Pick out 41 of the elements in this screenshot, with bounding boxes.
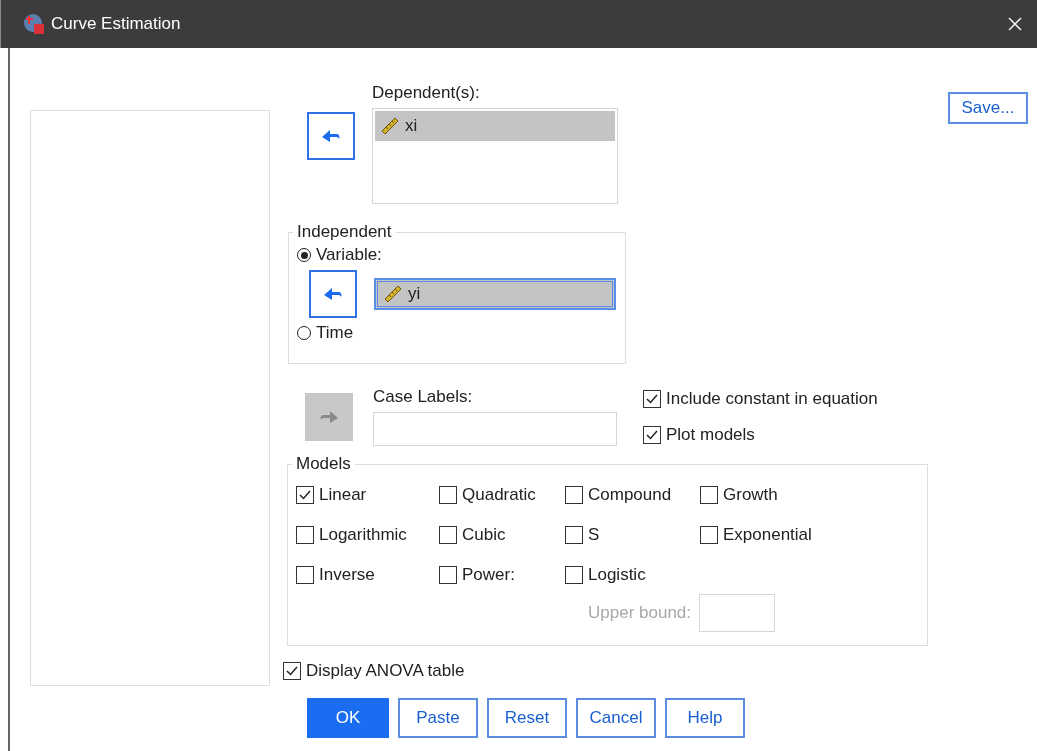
group-title: Independent — [296, 222, 393, 242]
dialog-button[interactable]: Help — [665, 698, 745, 738]
save-button[interactable]: Save... — [948, 92, 1028, 124]
radio-option[interactable]: Variable: — [297, 242, 617, 268]
arrow-icon — [319, 408, 339, 426]
app-icon — [23, 13, 45, 35]
group-title: Models — [295, 454, 352, 474]
variable-item[interactable]: xi — [375, 111, 615, 141]
model-checkbox[interactable]: Growth — [700, 482, 900, 508]
ruler-icon — [379, 115, 401, 137]
window-title: Curve Estimation — [51, 14, 181, 34]
dialog-button[interactable]: Reset — [487, 698, 567, 738]
model-checkbox[interactable]: Inverse — [296, 562, 439, 588]
independent-field[interactable]: yi — [374, 278, 616, 310]
close-icon[interactable] — [1007, 16, 1023, 32]
model-checkbox[interactable]: Power: — [439, 562, 565, 588]
option-checkbox[interactable]: Include constant in equation — [643, 386, 878, 412]
model-checkbox[interactable]: Linear — [296, 482, 439, 508]
dependents-label: Dependent(s): — [372, 82, 481, 104]
model-checkbox[interactable]: Logistic — [565, 562, 700, 588]
move-button[interactable] — [307, 112, 355, 160]
option-checkbox[interactable]: Plot models — [643, 422, 878, 448]
model-checkbox[interactable]: Cubic — [439, 522, 565, 548]
dependents-list[interactable]: xi — [372, 108, 618, 204]
dialog-button[interactable]: Cancel — [576, 698, 656, 738]
ok-button[interactable]: OK — [307, 698, 389, 738]
move-button[interactable] — [309, 270, 357, 318]
model-checkbox[interactable]: Compound — [565, 482, 700, 508]
case-labels-label: Case Labels: — [373, 386, 474, 408]
arrow-icon — [323, 285, 343, 303]
model-checkbox[interactable]: Logarithmic — [296, 522, 439, 548]
dialog-button[interactable]: Paste — [398, 698, 478, 738]
upper-bound-label: Upper bound: — [588, 603, 692, 623]
model-checkbox[interactable]: Quadratic — [439, 482, 565, 508]
arrow-icon — [321, 127, 341, 145]
model-checkbox[interactable]: Exponential — [700, 522, 900, 548]
radio-option[interactable]: Time — [297, 320, 617, 346]
anova-checkbox[interactable]: Display ANOVA table — [283, 658, 940, 684]
ruler-icon — [382, 283, 404, 305]
case-labels-field[interactable] — [373, 412, 617, 446]
model-checkbox[interactable]: S — [565, 522, 700, 548]
